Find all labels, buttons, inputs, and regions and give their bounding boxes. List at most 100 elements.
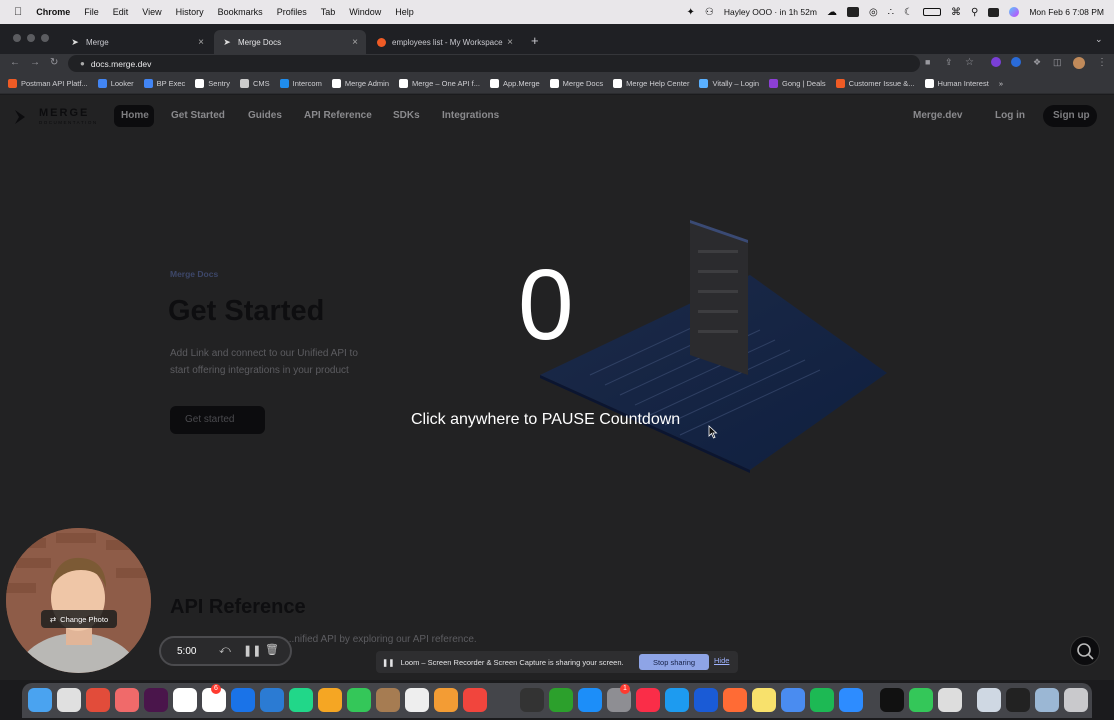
camera-icon[interactable]: ■ <box>925 57 930 67</box>
tab-merge-docs[interactable]: ➤ Merge Docs × <box>214 30 366 54</box>
puzzle-icon[interactable]: ❖ <box>1033 57 1041 68</box>
bookmarks-overflow-icon[interactable]: » <box>999 79 1003 88</box>
contacts-icon[interactable] <box>376 688 400 712</box>
pycharm-icon[interactable] <box>289 688 313 712</box>
bird-icon[interactable]: ✦ <box>687 7 695 18</box>
notes-list-icon[interactable] <box>405 688 429 712</box>
hide-link[interactable]: Hide <box>714 656 729 665</box>
search-icon[interactable]: ⚲ <box>971 7 978 18</box>
share-icon[interactable]: ⇪ <box>945 57 953 68</box>
photos-icon[interactable] <box>318 688 342 712</box>
bookmark-item[interactable]: Customer Issue &... <box>835 79 915 88</box>
finder-icon[interactable] <box>28 688 52 712</box>
moon-icon[interactable]: ☾ <box>904 7 913 18</box>
menu-profiles[interactable]: Profiles <box>277 7 307 17</box>
cloud-icon[interactable]: ☁ <box>827 7 837 18</box>
1password-icon[interactable] <box>231 688 255 712</box>
menu-help[interactable]: Help <box>395 7 414 17</box>
bookmark-item[interactable]: Human Interest <box>924 79 989 88</box>
menu-file[interactable]: File <box>84 7 99 17</box>
tab-employees-list[interactable]: employees list - My Workspace × <box>369 30 521 54</box>
menu-history[interactable]: History <box>176 7 204 17</box>
change-photo-button[interactable]: ⇄ Change Photo <box>41 610 117 628</box>
safari-icon[interactable] <box>665 688 689 712</box>
bookmark-item[interactable]: Merge – One API f... <box>399 79 480 88</box>
close-tab-icon[interactable]: × <box>352 37 358 48</box>
tab-merge[interactable]: ➤ Merge × <box>62 30 212 54</box>
bookmark-item[interactable]: App.Merge <box>489 79 540 88</box>
control-icon[interactable]: ∴ <box>888 7 894 18</box>
launchpad-icon[interactable] <box>57 688 81 712</box>
app-menu-chrome[interactable]: Chrome <box>36 7 70 17</box>
facetime-icon[interactable] <box>347 688 371 712</box>
calendar-status[interactable]: Hayley OOO · in 1h 52m <box>724 7 817 17</box>
screen-icon[interactable] <box>1006 688 1030 712</box>
countdown-overlay[interactable] <box>0 95 1114 680</box>
music-icon[interactable] <box>636 688 660 712</box>
bookmark-item[interactable]: Postman API Platf... <box>8 79 88 88</box>
menu-view[interactable]: View <box>142 7 161 17</box>
new-tab-button[interactable]: + <box>531 33 539 48</box>
more-menu-icon[interactable]: ⋮ <box>1097 57 1107 68</box>
menubar-clock[interactable]: Mon Feb 6 7:08 PM <box>1029 7 1104 17</box>
menu-bookmarks[interactable]: Bookmarks <box>218 7 263 17</box>
siri-icon[interactable] <box>1009 7 1020 17</box>
monitor-icon[interactable] <box>846 7 859 17</box>
bookmark-item[interactable]: Vitally – Login <box>699 79 759 88</box>
star-icon[interactable]: ☆ <box>965 57 974 68</box>
window-close-button[interactable] <box>13 34 21 42</box>
control-center-icon[interactable] <box>988 7 1000 17</box>
zoom-icon[interactable] <box>839 688 863 712</box>
chrome-icon[interactable] <box>86 688 110 712</box>
restart-icon[interactable]: ⤺ <box>219 644 231 657</box>
sidebar-icon[interactable]: ◫ <box>1053 57 1062 68</box>
menu-tab[interactable]: Tab <box>321 7 336 17</box>
bookmark-item[interactable]: Merge Help Center <box>613 79 689 88</box>
record-icon[interactable]: ◎ <box>869 7 878 18</box>
script-icon[interactable] <box>938 688 962 712</box>
forward-button[interactable]: → <box>30 57 40 68</box>
users-icon[interactable]: ⚇ <box>705 7 714 18</box>
pencil-icon[interactable] <box>723 688 747 712</box>
menu-window[interactable]: Window <box>349 7 381 17</box>
bookmark-item[interactable]: Sentry <box>195 79 230 88</box>
pages-icon[interactable] <box>434 688 458 712</box>
bookmark-item[interactable]: Looker <box>97 79 134 88</box>
news-icon[interactable] <box>463 688 487 712</box>
vscode-icon[interactable] <box>260 688 284 712</box>
grapher-icon[interactable] <box>781 688 805 712</box>
tab-search-icon[interactable]: ⌄ <box>1095 34 1103 45</box>
password-manager-icon[interactable] <box>1011 57 1021 70</box>
trash-icon[interactable]: 🗑 <box>265 643 279 656</box>
appstore-icon[interactable] <box>578 688 602 712</box>
camera-bubble[interactable]: ⇄ Change Photo <box>6 528 151 673</box>
bookmark-item[interactable]: CMS <box>239 79 270 88</box>
back-button[interactable]: ← <box>10 57 20 68</box>
close-tab-icon[interactable]: × <box>507 37 513 48</box>
activity-icon[interactable] <box>520 688 544 712</box>
stop-sharing-button[interactable]: Stop sharing <box>639 654 709 670</box>
pause-share-icon[interactable]: ❚❚ <box>382 658 395 667</box>
folder-icon[interactable] <box>977 688 1001 712</box>
window-minimize-button[interactable] <box>27 34 35 42</box>
onepass-icon[interactable] <box>694 688 718 712</box>
notion-icon[interactable] <box>173 688 197 712</box>
bookmark-item[interactable]: Intercom <box>279 79 322 88</box>
terminal-icon[interactable] <box>880 688 904 712</box>
pause-icon[interactable]: ❚❚ <box>243 644 261 657</box>
spotify-icon[interactable] <box>810 688 834 712</box>
numbers-icon[interactable] <box>549 688 573 712</box>
stickies-icon[interactable] <box>752 688 776 712</box>
bookmark-item[interactable]: Merge Admin <box>331 79 389 88</box>
address-bar[interactable]: ● docs.merge.dev <box>68 55 920 72</box>
wifi-icon[interactable]: ⌘ <box>951 7 961 18</box>
profile-avatar[interactable] <box>1073 57 1085 72</box>
preview-icon[interactable] <box>1035 688 1059 712</box>
lock-icon[interactable]: ● <box>80 59 85 68</box>
messages-icon[interactable] <box>909 688 933 712</box>
battery-icon[interactable] <box>923 8 942 16</box>
trash-icon[interactable] <box>1064 688 1088 712</box>
slack-icon[interactable] <box>144 688 168 712</box>
bookmark-item[interactable]: Merge Docs <box>549 79 603 88</box>
bookmark-item[interactable]: BP Exec <box>143 79 185 88</box>
